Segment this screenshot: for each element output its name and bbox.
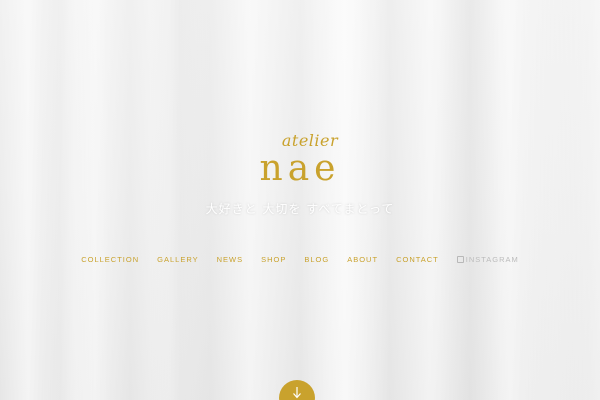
nav-item-instagram-label: INSTAGRAM	[465, 255, 519, 264]
nav-item-collection[interactable]: COLLECTION	[81, 255, 139, 264]
nav-item-gallery[interactable]: GALLERY	[157, 255, 198, 264]
arrow-down-icon	[293, 387, 301, 399]
nav-item-about[interactable]: ABOUT	[347, 255, 378, 264]
nav-item-shop[interactable]: SHOP	[261, 255, 286, 264]
nav-item-instagram[interactable]: INSTAGRAM	[456, 255, 519, 264]
nav-item-contact[interactable]: CONTACT	[396, 255, 439, 264]
site-logo[interactable]: atelier nae	[0, 132, 600, 188]
logo-title: nae	[259, 148, 341, 189]
main-nav: COLLECTION GALLERY NEWS SHOP BLOG ABOUT …	[0, 255, 600, 264]
instagram-icon	[456, 256, 464, 263]
nav-item-blog[interactable]: BLOG	[304, 255, 329, 264]
nav-item-news[interactable]: NEWS	[217, 255, 244, 264]
tagline: 大好きと 大切を すべてまとって	[205, 202, 395, 216]
